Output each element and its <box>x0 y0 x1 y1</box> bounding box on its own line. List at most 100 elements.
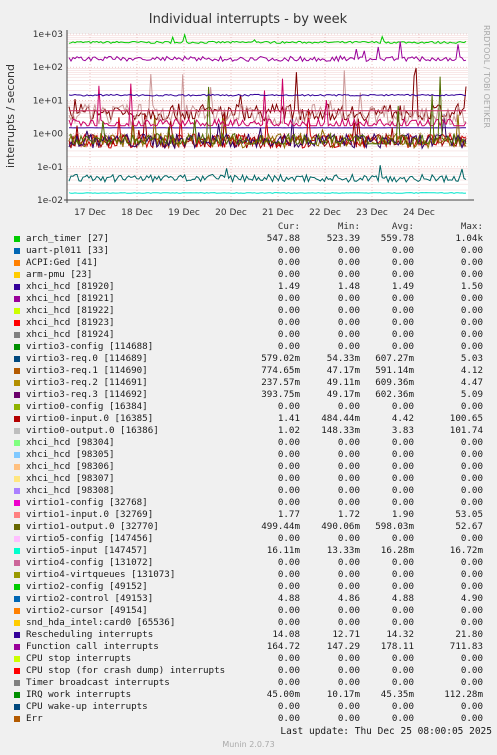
legend-row: xhci_hcd [98305] 0.00 0.00 0.00 0.00 <box>10 449 492 461</box>
legend-avg: 0.00 <box>391 557 414 568</box>
legend-row: arch_timer [27] 547.88 523.39 559.78 1.04k <box>10 233 492 245</box>
x-tick-label: 20 Dec <box>215 208 247 218</box>
legend-swatch <box>14 416 20 422</box>
legend-row: uart-pl011 [33] 0.00 0.00 0.00 0.00 <box>10 245 492 257</box>
legend-header: Cur: Min: Avg: Max: <box>10 221 492 233</box>
legend-name: virtio1-config [32768] <box>26 497 148 508</box>
legend-name: virtio5-config [147456] <box>26 533 154 544</box>
legend-name: Timer broadcast interrupts <box>26 677 170 688</box>
legend-avg: 0.00 <box>391 461 414 472</box>
rrdtool-credit: RRDTOOL / TOBI OETIKER <box>482 25 491 128</box>
legend-max: 0.00 <box>460 677 483 688</box>
legend-avg: 0.00 <box>391 329 414 340</box>
y-tick-label: 1e+00 <box>33 130 64 140</box>
legend-avg: 0.00 <box>391 497 414 508</box>
legend-name: xhci_hcd [81921] <box>26 293 115 304</box>
legend-swatch <box>14 392 20 398</box>
legend-avg: 591.14m <box>375 365 414 376</box>
y-axis-label: interrupts / second <box>4 64 17 168</box>
legend-avg: 0.00 <box>391 473 414 484</box>
legend-max: 0.00 <box>460 533 483 544</box>
legend-avg: 1.90 <box>391 509 414 520</box>
legend-row: virtio2-cursor [49154] 0.00 0.00 0.00 0.00 <box>10 605 492 617</box>
legend-swatch <box>14 272 20 278</box>
legend-swatch <box>14 668 20 674</box>
legend-swatch <box>14 512 20 518</box>
legend-row: virtio3-req.2 [114691] 237.57m 49.11m 609.3… <box>10 377 492 389</box>
legend-max: 0.00 <box>460 245 483 256</box>
legend-avg: 0.00 <box>391 485 414 496</box>
legend-max: 0.00 <box>460 653 483 664</box>
x-tick-label: 19 Dec <box>168 208 200 218</box>
legend-max: 0.00 <box>460 329 483 340</box>
legend-name: ACPI:Ged [41] <box>26 257 98 268</box>
legend-max: 0.00 <box>460 485 483 496</box>
legend-row: Rescheduling interrupts 14.08 12.71 14.32 21… <box>10 629 492 641</box>
legend-max: 52.67 <box>455 521 483 532</box>
legend-max: 5.03 <box>460 353 483 364</box>
legend-max: 0.00 <box>460 293 483 304</box>
legend-swatch <box>14 440 20 446</box>
legend-max: 0.00 <box>460 317 483 328</box>
legend-max: 0.00 <box>460 557 483 568</box>
legend-row: xhci_hcd [81921] 0.00 0.00 0.00 0.00 <box>10 293 492 305</box>
legend-max: 4.90 <box>460 593 483 604</box>
legend-max: 0.00 <box>460 269 483 280</box>
legend-swatch <box>14 524 20 530</box>
legend-row: xhci_hcd [81923] 0.00 0.00 0.00 0.00 <box>10 317 492 329</box>
legend-row: virtio5-config [147456] 0.00 0.00 0.00 0.00 <box>10 533 492 545</box>
legend-name: virtio0-config [16384] <box>26 401 148 412</box>
legend-avg: 0.00 <box>391 341 414 352</box>
y-tick-label: 1e-01 <box>37 163 63 173</box>
x-tick-label: 22 Dec <box>309 208 341 218</box>
legend-avg: 0.00 <box>391 701 414 712</box>
legend-avg: 0.00 <box>391 665 414 676</box>
legend-name: virtio3-config [114688] <box>26 341 154 352</box>
legend-name: xhci_hcd [81924] <box>26 329 115 340</box>
legend-avg: 0.00 <box>391 533 414 544</box>
legend-swatch <box>14 536 20 542</box>
legend-swatch <box>14 332 20 338</box>
legend-row: xhci_hcd [81924] 0.00 0.00 0.00 0.00 <box>10 329 492 341</box>
legend-avg: 0.00 <box>391 581 414 592</box>
legend-avg: 0.00 <box>391 437 414 448</box>
legend-avg: 178.11 <box>380 641 414 652</box>
legend-name: virtio0-output.0 [16386] <box>26 425 159 436</box>
legend-avg: 4.42 <box>391 413 414 424</box>
legend-max: 0.00 <box>460 497 483 508</box>
legend-row: xhci_hcd [98306] 0.00 0.00 0.00 0.00 <box>10 461 492 473</box>
legend-row: xhci_hcd [81922] 0.00 0.00 0.00 0.00 <box>10 305 492 317</box>
legend-row: Err 0.00 0.00 0.00 0.00 <box>10 713 492 725</box>
legend-swatch <box>14 560 20 566</box>
legend-max: 4.47 <box>460 377 483 388</box>
munin-version: Munin 2.0.73 <box>222 740 275 749</box>
legend-row: Timer broadcast interrupts 0.00 0.00 0.00 0.… <box>10 677 492 689</box>
legend-avg: 0.00 <box>391 401 414 412</box>
legend-avg: 0.00 <box>391 605 414 616</box>
legend-swatch <box>14 464 20 470</box>
legend-name: virtio3-req.0 [114689] <box>26 353 148 364</box>
x-tick-label: 23 Dec <box>356 208 388 218</box>
legend-name: xhci_hcd [98307] <box>26 473 115 484</box>
legend-row: ACPI:Ged [41] 0.00 0.00 0.00 0.00 <box>10 257 492 269</box>
legend-avg: 0.00 <box>391 317 414 328</box>
legend-row: virtio0-input.0 [16385] 1.41 484.44m 4.42 10… <box>10 413 492 425</box>
legend-row: virtio0-config [16384] 0.00 0.00 0.00 0.00 <box>10 401 492 413</box>
legend-swatch <box>14 428 20 434</box>
legend-avg: 0.00 <box>391 269 414 280</box>
y-tick-label: 1e+01 <box>33 96 63 106</box>
legend-swatch <box>14 380 20 386</box>
legend-max: 0.00 <box>460 569 483 580</box>
legend-swatch <box>14 500 20 506</box>
legend-row: virtio3-req.0 [114689] 579.02m 54.33m 607.2… <box>10 353 492 365</box>
legend-avg: 0.00 <box>391 713 414 724</box>
legend-name: Function call interrupts <box>26 641 159 652</box>
legend-swatch <box>14 248 20 254</box>
legend-rows: arch_timer [27] 547.88 523.39 559.78 1.04k ua… <box>10 233 492 725</box>
legend-swatch <box>14 308 20 314</box>
legend-swatch <box>14 548 20 554</box>
legend-header-max: Max: <box>460 221 483 232</box>
legend-max: 0.00 <box>460 617 483 628</box>
legend-max: 16.72m <box>449 545 483 556</box>
legend-swatch <box>14 236 20 242</box>
